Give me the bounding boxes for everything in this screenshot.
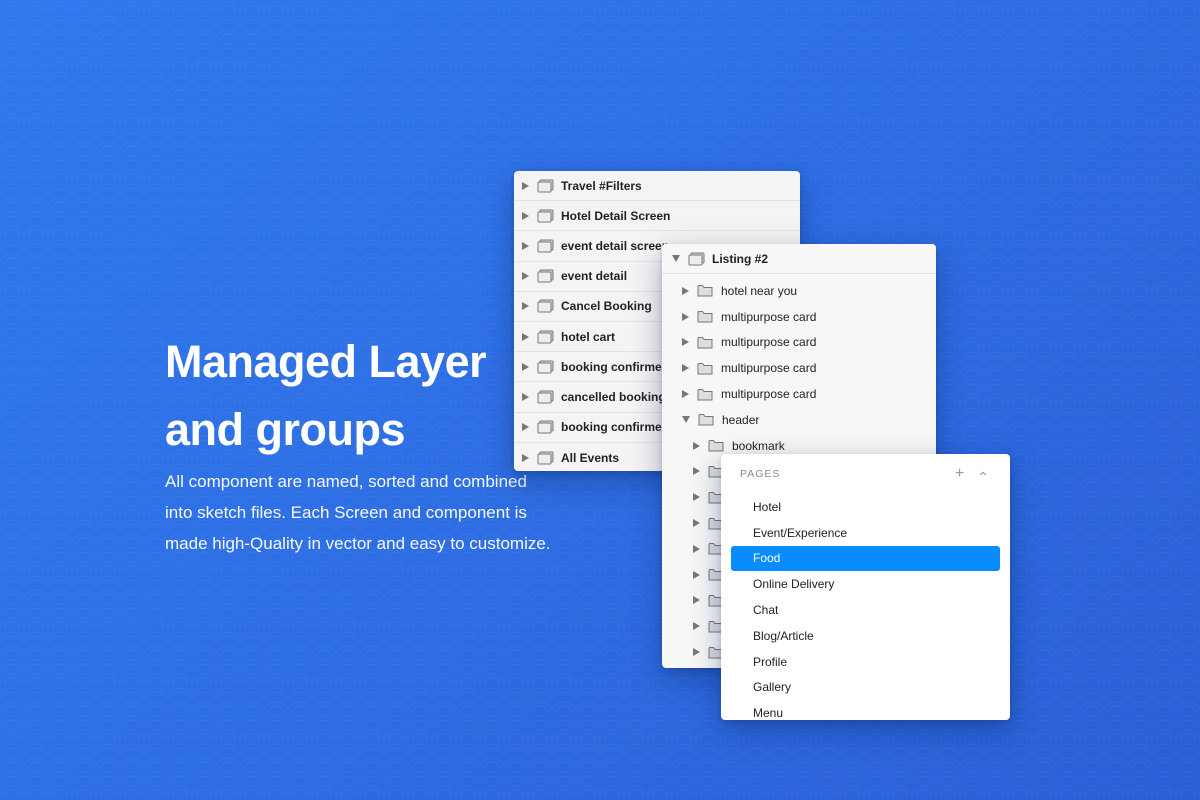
artboard-icon (537, 360, 554, 374)
page-item-profile[interactable]: Profile (731, 649, 1000, 675)
triangle-right-icon[interactable] (693, 519, 700, 528)
page-item-hotel[interactable]: Hotel (731, 494, 1000, 520)
group-label: multipurpose card (721, 335, 817, 350)
artboard-label: cancelled booking (561, 389, 666, 404)
page-item-blog-article[interactable]: Blog/Article (731, 623, 1000, 649)
group-row[interactable]: multipurpose card (662, 381, 936, 407)
artboard-row[interactable]: Travel #Filters (514, 171, 800, 202)
group-row[interactable]: hotel near you (662, 278, 936, 304)
add-page-icon[interactable]: + (955, 465, 965, 483)
artboard-label: hotel cart (561, 329, 616, 344)
artboard-icon (537, 239, 554, 253)
folder-icon (697, 336, 713, 349)
page-item-chat[interactable]: Chat (731, 597, 1000, 623)
triangle-right-icon[interactable] (522, 181, 529, 190)
artboard-header-row[interactable]: Listing #2 (662, 244, 936, 274)
triangle-right-icon[interactable] (693, 467, 700, 476)
artboard-icon (537, 330, 554, 344)
page-item-online-delivery[interactable]: Online Delivery (731, 571, 1000, 597)
triangle-right-icon[interactable] (522, 211, 529, 220)
triangle-right-icon[interactable] (693, 441, 700, 450)
artboard-icon (537, 179, 554, 193)
artboard-label: booking confirmed (561, 420, 669, 435)
folder-icon (708, 440, 724, 452)
triangle-right-icon[interactable] (522, 302, 529, 311)
triangle-right-icon[interactable] (522, 241, 529, 250)
triangle-right-icon[interactable] (522, 332, 529, 341)
artboard-icon (688, 252, 705, 265)
triangle-right-icon[interactable] (693, 570, 700, 579)
triangle-right-icon[interactable] (693, 622, 700, 631)
artboard-label: All Events (561, 450, 620, 465)
page-item-menu[interactable]: Menu (731, 700, 1000, 720)
artboard-row[interactable]: Hotel Detail Screen (514, 201, 800, 232)
triangle-right-icon[interactable] (522, 362, 529, 371)
triangle-right-icon[interactable] (693, 493, 700, 502)
folder-icon (697, 388, 713, 401)
triangle-down-icon[interactable] (682, 416, 690, 424)
artboard-label: booking confirmed (561, 359, 669, 374)
triangle-right-icon[interactable] (682, 286, 689, 295)
artboard-icon (537, 451, 554, 465)
group-label: multipurpose card (721, 309, 817, 324)
folder-icon (697, 362, 713, 375)
artboard-icon (537, 420, 554, 434)
artboard-icon (537, 209, 554, 223)
artboard-icon (537, 269, 554, 283)
artboard-label: Cancel Booking (561, 299, 652, 314)
group-label: bookmark (732, 438, 785, 453)
group-label: hotel near you (721, 283, 798, 298)
triangle-down-icon[interactable] (672, 255, 680, 262)
artboard-label: event detail (561, 269, 628, 284)
artboard-label: event detail screen (561, 238, 670, 253)
page-item-event-experience[interactable]: Event/Experience (731, 520, 1000, 546)
page-item-gallery[interactable]: Gallery (731, 675, 1000, 701)
folder-icon (697, 311, 713, 323)
artboard-label: Hotel Detail Screen (561, 208, 671, 223)
triangle-right-icon[interactable] (682, 338, 689, 347)
artboard-icon (537, 390, 554, 404)
group-row[interactable]: header (662, 407, 936, 433)
hero-description: All component are named, sorted and comb… (165, 472, 551, 553)
triangle-right-icon[interactable] (693, 544, 700, 553)
page-item-food[interactable]: Food (731, 545, 1000, 572)
pages-heading: PAGES (740, 468, 781, 480)
triangle-right-icon[interactable] (682, 364, 689, 373)
artboard-icon (537, 299, 554, 313)
triangle-right-icon[interactable] (693, 596, 700, 605)
group-label: multipurpose card (721, 387, 817, 402)
pages-header: PAGES + ⌃ (721, 454, 1010, 494)
triangle-right-icon[interactable] (522, 453, 529, 462)
triangle-right-icon[interactable] (522, 423, 529, 432)
folder-icon (697, 285, 713, 297)
artboard-label: Travel #Filters (561, 178, 642, 193)
triangle-right-icon[interactable] (522, 272, 529, 281)
folder-icon (698, 414, 714, 426)
triangle-right-icon[interactable] (682, 390, 689, 399)
group-row[interactable]: multipurpose card (662, 304, 936, 330)
pages-panel: PAGES + ⌃ Hotel Event/Experience Food On… (721, 454, 1010, 720)
triangle-right-icon[interactable] (682, 312, 689, 321)
group-row[interactable]: multipurpose card (662, 330, 936, 356)
group-row[interactable]: multipurpose card (662, 355, 936, 381)
triangle-right-icon[interactable] (693, 648, 700, 657)
artboard-title: Listing #2 (712, 251, 769, 266)
group-label: multipurpose card (721, 361, 817, 376)
group-label: header (722, 412, 760, 427)
collapse-icon[interactable]: ⌃ (977, 469, 990, 486)
triangle-right-icon[interactable] (522, 392, 529, 401)
